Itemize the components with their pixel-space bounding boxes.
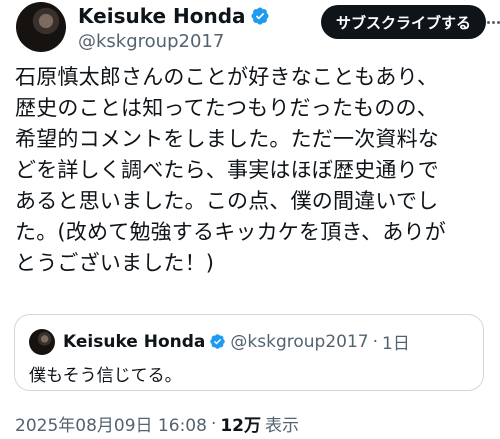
quote-header: Keisuke Honda @kskgroup2017 · 1日 <box>63 329 410 355</box>
quote-tweet-card[interactable]: Keisuke Honda @kskgroup2017 · 1日 僕もそう信じて… <box>14 314 484 391</box>
author-name[interactable]: Keisuke Honda <box>78 4 246 28</box>
views-count: 12万 <box>220 416 262 436</box>
author-name-row: Keisuke Honda <box>78 4 270 28</box>
quote-verified-badge-icon <box>210 334 226 349</box>
views-label: 表示 <box>265 416 300 436</box>
quote-text: 僕もそう信じてる。 <box>29 366 182 386</box>
quote-author-handle: @kskgroup2017 <box>230 331 369 352</box>
quote-author-avatar <box>29 329 55 355</box>
more-options-icon[interactable] <box>486 9 500 35</box>
quote-separator: · <box>372 331 378 352</box>
author-avatar[interactable] <box>16 2 66 52</box>
tweet-meta: 2025年08月09日 16:08 · 12万 表示 <box>15 411 300 437</box>
quote-author-name: Keisuke Honda <box>63 331 206 352</box>
verified-badge-icon <box>250 7 269 25</box>
meta-separator: · <box>210 413 217 434</box>
quote-time: 1日 <box>382 334 410 354</box>
tweet-timestamp[interactable]: 2025年08月09日 16:08 <box>15 411 207 436</box>
author-handle[interactable]: @kskgroup2017 <box>78 31 270 52</box>
author-block: Keisuke Honda @kskgroup2017 <box>78 4 270 52</box>
tweet-text: 石原慎太郎さんのことが好きなこともあり、 歴史のことは知ってたつもりだったものの… <box>15 65 446 275</box>
subscribe-button[interactable]: サブスクライブする <box>320 5 486 39</box>
